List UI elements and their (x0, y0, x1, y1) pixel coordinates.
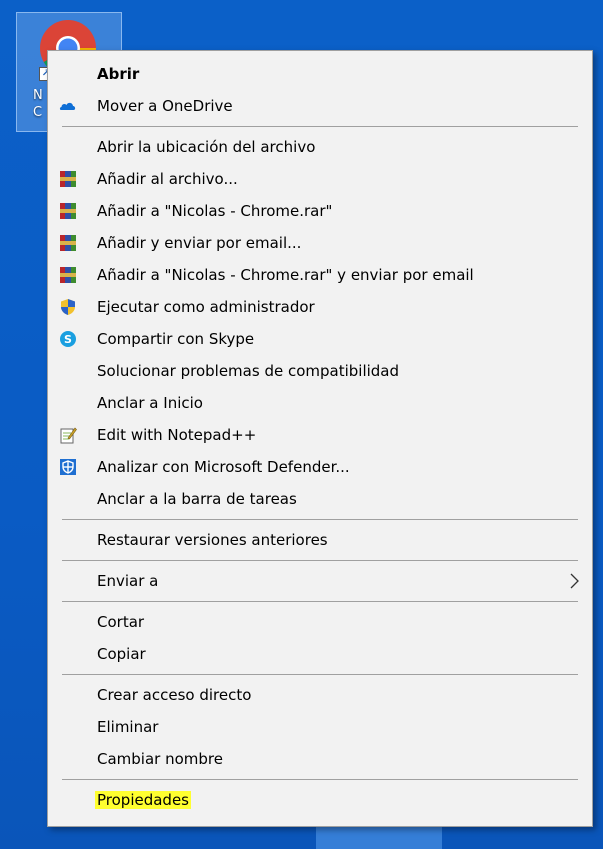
menu-separator (62, 779, 578, 780)
skype-icon: S (60, 331, 76, 347)
menu-item-edit-with-notepad[interactable]: Edit with Notepad++ (48, 419, 592, 451)
menu-item-label: Enviar a (97, 572, 159, 590)
menu-item-label: Compartir con Skype (97, 330, 255, 348)
menu-item-propiedades[interactable]: Propiedades (48, 784, 592, 816)
menu-item-label: Abrir (97, 65, 140, 83)
menu-item-anadir-a-rar[interactable]: Añadir a "Nicolas - Chrome.rar" (48, 195, 592, 227)
menu-item-anclar-barra-tareas[interactable]: Anclar a la barra de tareas (48, 483, 592, 515)
menu-item-label: Añadir a "Nicolas - Chrome.rar" (97, 202, 333, 220)
menu-item-enviar-a[interactable]: Enviar a (48, 565, 592, 597)
defender-icon (60, 459, 76, 475)
menu-item-label: Cambiar nombre (97, 750, 223, 768)
menu-item-mover-a-onedrive[interactable]: Mover a OneDrive (48, 90, 592, 122)
notepad-plus-plus-icon (60, 427, 77, 444)
menu-item-compartir-con-skype[interactable]: S Compartir con Skype (48, 323, 592, 355)
menu-item-label: Propiedades (95, 791, 191, 809)
menu-item-ejecutar-como-administrador[interactable]: Ejecutar como administrador (48, 291, 592, 323)
menu-item-label: Añadir y enviar por email... (97, 234, 302, 252)
winrar-icon (60, 235, 76, 251)
menu-item-label: Solucionar problemas de compatibilidad (97, 362, 400, 380)
winrar-icon (60, 171, 76, 187)
menu-item-label: Anclar a la barra de tareas (97, 490, 297, 508)
menu-item-label: Mover a OneDrive (97, 97, 233, 115)
menu-item-label: Anclar a Inicio (97, 394, 203, 412)
uac-shield-icon (61, 299, 75, 315)
menu-item-analizar-defender[interactable]: Analizar con Microsoft Defender... (48, 451, 592, 483)
menu-item-solucionar-problemas[interactable]: Solucionar problemas de compatibilidad (48, 355, 592, 387)
taskbar-item[interactable] (316, 826, 442, 849)
svg-text:S: S (64, 333, 72, 346)
menu-item-anclar-a-inicio[interactable]: Anclar a Inicio (48, 387, 592, 419)
menu-item-label: Copiar (97, 645, 146, 663)
menu-item-cortar[interactable]: Cortar (48, 606, 592, 638)
menu-separator (62, 601, 578, 602)
menu-separator (62, 519, 578, 520)
winrar-icon (60, 267, 76, 283)
menu-separator (62, 674, 578, 675)
onedrive-icon (59, 102, 76, 110)
menu-separator (62, 126, 578, 127)
menu-item-abrir-ubicacion[interactable]: Abrir la ubicación del archivo (48, 131, 592, 163)
menu-separator (62, 560, 578, 561)
menu-item-copiar[interactable]: Copiar (48, 638, 592, 670)
menu-item-anadir-y-enviar[interactable]: Añadir y enviar por email... (48, 227, 592, 259)
menu-item-label: Analizar con Microsoft Defender... (97, 458, 350, 476)
menu-item-cambiar-nombre[interactable]: Cambiar nombre (48, 743, 592, 775)
menu-item-label: Añadir al archivo... (97, 170, 238, 188)
menu-item-label: Cortar (97, 613, 145, 631)
menu-item-label: Abrir la ubicación del archivo (97, 138, 316, 156)
menu-item-label: Crear acceso directo (97, 686, 252, 704)
menu-item-anadir-al-archivo[interactable]: Añadir al archivo... (48, 163, 592, 195)
menu-item-label: Ejecutar como administrador (97, 298, 315, 316)
menu-item-label: Eliminar (97, 718, 159, 736)
menu-item-restaurar-versiones[interactable]: Restaurar versiones anteriores (48, 524, 592, 556)
menu-item-label: Edit with Notepad++ (97, 426, 257, 444)
chevron-right-icon (570, 573, 579, 589)
winrar-icon (60, 203, 76, 219)
context-menu: Abrir Mover a OneDrive Abrir la ubicació… (47, 50, 593, 827)
menu-item-crear-acceso-directo[interactable]: Crear acceso directo (48, 679, 592, 711)
menu-item-label: Añadir a "Nicolas - Chrome.rar" y enviar… (97, 266, 474, 284)
menu-item-label: Restaurar versiones anteriores (97, 531, 328, 549)
menu-item-abrir[interactable]: Abrir (48, 58, 592, 90)
menu-item-anadir-rar-y-enviar[interactable]: Añadir a "Nicolas - Chrome.rar" y enviar… (48, 259, 592, 291)
menu-item-eliminar[interactable]: Eliminar (48, 711, 592, 743)
